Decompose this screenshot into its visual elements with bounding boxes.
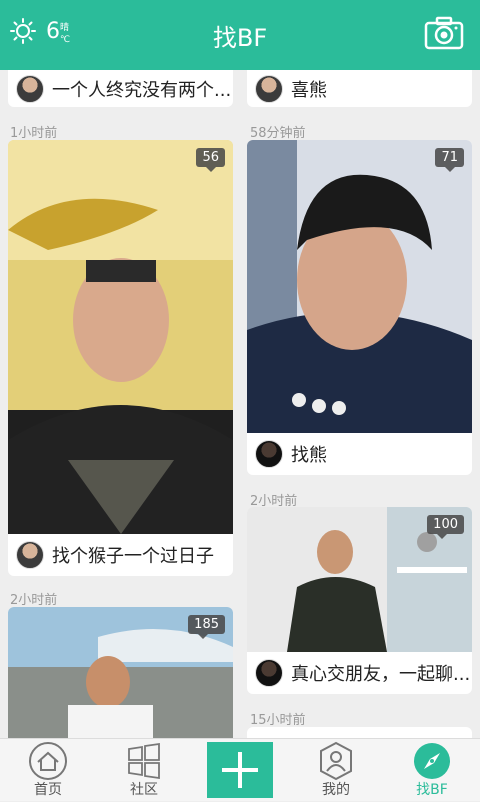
nav-find-bf[interactable]: 找BF <box>384 739 480 801</box>
post-caption: 真心交朋友，一起聊... <box>291 664 471 685</box>
post-photo[interactable] <box>8 140 233 534</box>
comment-count-badge: 185 <box>188 615 225 639</box>
post-card[interactable]: 100 真心交朋友，一起聊... <box>247 507 472 694</box>
camera-icon[interactable] <box>424 16 464 50</box>
post-photo[interactable] <box>247 140 472 433</box>
post-caption: 喜熊 <box>291 79 327 101</box>
post-card[interactable]: 56 找个猴子一个过日子 <box>8 140 233 576</box>
header-bar: 6 晴 ℃ 找BF <box>0 0 480 70</box>
windows-icon <box>128 742 160 780</box>
post-card[interactable] <box>247 727 472 738</box>
post-card[interactable]: 71 找熊 <box>247 140 472 475</box>
post-caption: 一个人终究没有两个... <box>52 79 232 101</box>
avatar[interactable] <box>16 541 44 569</box>
post-caption: 找熊 <box>291 445 327 466</box>
nav-home[interactable]: 首页 <box>0 739 96 801</box>
avatar[interactable] <box>255 440 283 468</box>
add-post-button[interactable] <box>207 742 273 798</box>
home-icon <box>29 742 67 780</box>
post-caption: 找个猴子一个过日子 <box>52 546 214 567</box>
post-time: 15小时前 <box>250 713 306 728</box>
compass-icon <box>414 743 450 779</box>
post-card[interactable]: 185 <box>8 607 233 738</box>
comment-count-badge: 56 <box>196 148 225 172</box>
user-icon <box>320 741 352 781</box>
plus-icon <box>222 752 258 788</box>
nav-mine-label: 我的 <box>322 782 350 798</box>
avatar[interactable] <box>255 659 283 687</box>
post-time: 2小时前 <box>10 593 58 608</box>
page-title: 找BF <box>212 24 268 52</box>
post-card[interactable]: 喜熊 <box>247 70 472 107</box>
nav-community-label: 社区 <box>130 782 158 798</box>
nav-mine[interactable]: 我的 <box>288 739 384 801</box>
nav-community[interactable]: 社区 <box>96 739 192 801</box>
comment-count-badge: 71 <box>435 148 464 172</box>
comment-count-badge: 100 <box>427 515 464 539</box>
post-time: 58分钟前 <box>250 126 306 141</box>
nav-home-label: 首页 <box>34 782 62 798</box>
avatar[interactable] <box>16 74 44 103</box>
avatar[interactable] <box>255 74 283 103</box>
photo-feed[interactable]: 一个人终究没有两个... 喜熊 1小时前 56 找个猴子一个过日子 2小时前 1… <box>0 70 480 738</box>
post-time: 1小时前 <box>10 126 58 141</box>
post-card[interactable]: 一个人终究没有两个... <box>8 70 233 107</box>
nav-find-label: 找BF <box>416 782 448 798</box>
